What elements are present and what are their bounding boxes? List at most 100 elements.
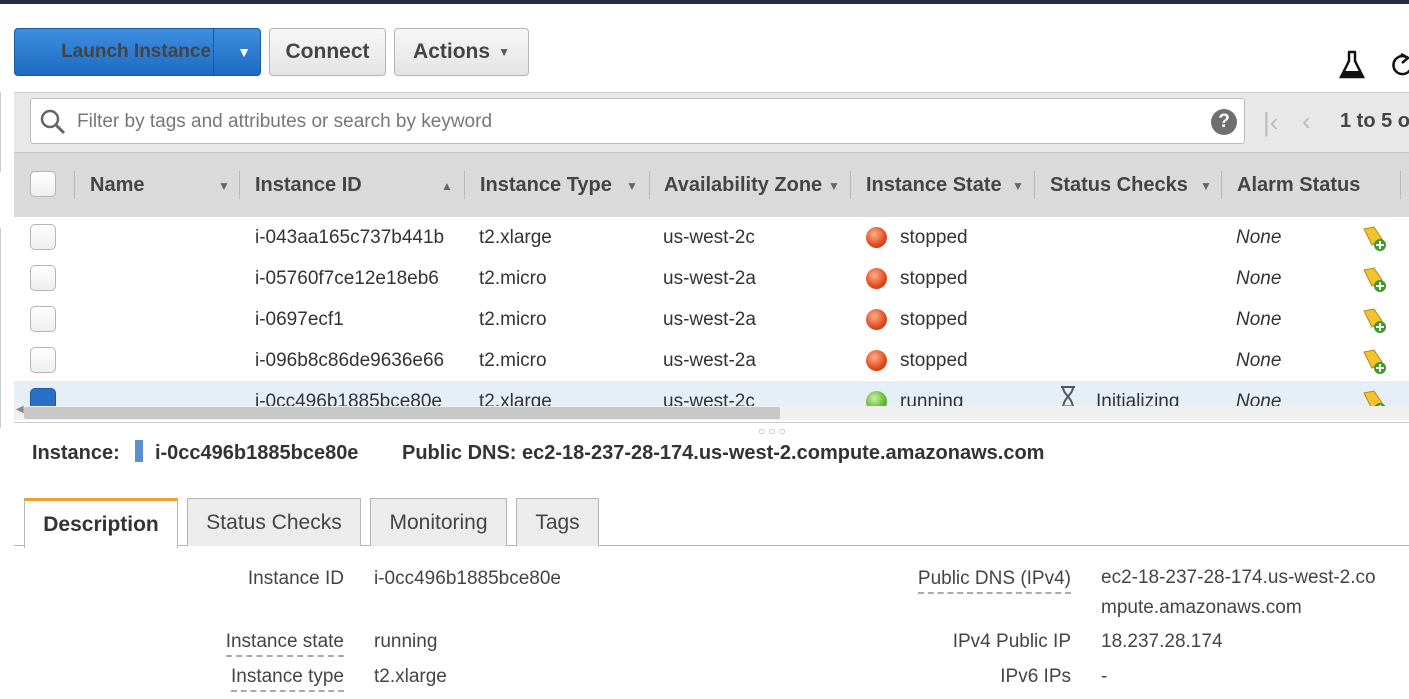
tab-monitoring[interactable]: Monitoring (370, 498, 507, 546)
hourglass-icon (1061, 386, 1075, 406)
add-alarm-icon[interactable] (1360, 266, 1388, 292)
tab-label: Tags (535, 510, 580, 534)
left-panel-edge (0, 228, 5, 428)
scroll-left-icon[interactable]: ◀ (16, 404, 24, 415)
instance-id-value: i-0cc496b1885bce80e (154, 442, 359, 464)
cell-instance-type: t2.micro (479, 350, 547, 371)
launch-dropdown-icon[interactable]: ▼ (227, 44, 261, 60)
connect-label: Connect (285, 40, 370, 63)
cell-alarm-status: None (1236, 268, 1282, 289)
top-border (0, 0, 1409, 4)
column-label: Name (90, 173, 145, 196)
column-label: Availability Zone (664, 173, 823, 196)
tab-label: Description (43, 512, 159, 536)
cell-instance-state: stopped (900, 268, 968, 289)
cell-alarm-status: None (1236, 309, 1282, 330)
column-header-alarm-status[interactable]: Alarm Status (1237, 153, 1397, 217)
column-header-instance-type[interactable]: Instance Type ▼ (480, 153, 650, 217)
row-checkbox[interactable] (30, 347, 56, 373)
instance-type-value: t2.xlarge (374, 666, 447, 687)
column-label: Instance ID (255, 173, 362, 196)
cell-instance-state: stopped (900, 309, 968, 330)
left-panel-edge (0, 92, 5, 172)
help-icon[interactable]: ? (1211, 109, 1237, 135)
table-row[interactable]: i-096b8c86de9636e66 t2.micro us-west-2a … (14, 340, 1409, 382)
previous-page-icon[interactable]: ‹ (1302, 106, 1311, 137)
sort-icon: ▼ (1012, 179, 1024, 193)
stopped-status-icon (866, 268, 887, 289)
search-box[interactable]: ? (30, 98, 1245, 145)
cell-instance-state: stopped (900, 350, 968, 371)
column-divider (850, 171, 851, 199)
launch-instance-button[interactable]: Launch Instance ▼ (14, 28, 261, 76)
refresh-icon[interactable] (1392, 52, 1409, 80)
launch-separator (213, 29, 214, 75)
column-divider (1034, 171, 1035, 199)
instance-state-label[interactable]: Instance state (225, 631, 344, 657)
instance-type-label[interactable]: Instance type (230, 666, 344, 692)
column-header-status-checks[interactable]: Status Checks ▼ (1050, 153, 1220, 217)
table-row-selected[interactable]: i-0cc496b1885bce80e t2.xlarge us-west-2c… (14, 381, 1409, 407)
chevron-down-icon: ▼ (498, 45, 510, 59)
resize-grip-icon[interactable]: ○○○ (758, 424, 789, 438)
ipv6-ips-value: - (1101, 666, 1108, 687)
horizontal-scrollbar[interactable]: ◀ (14, 404, 1409, 420)
row-checkbox[interactable] (30, 265, 56, 291)
column-divider (464, 171, 465, 199)
cell-instance-type: t2.micro (479, 268, 547, 289)
tab-tags[interactable]: Tags (516, 498, 599, 546)
tab-description[interactable]: Description (24, 498, 178, 548)
column-header-instance-state[interactable]: Instance State ▼ (866, 153, 1036, 217)
cell-instance-type: t2.micro (479, 309, 547, 330)
public-dns-ipv4-value: ec2-18-237-28-174.us-west-2.compute.amaz… (1101, 567, 1376, 618)
ipv4-public-ip-label: IPv4 Public IP (952, 631, 1071, 652)
column-header-name[interactable]: Name ▼ (90, 153, 240, 217)
instance-id-label: Instance ID (247, 568, 344, 589)
connect-button[interactable]: Connect (269, 28, 386, 76)
cell-instance-id: i-096b8c86de9636e66 (255, 350, 445, 371)
add-alarm-icon[interactable] (1360, 225, 1388, 251)
cell-instance-id: i-043aa165c737b441b (255, 227, 445, 248)
table-header: Name ▼ Instance ID ▲ Instance Type ▼ Ava… (14, 152, 1409, 218)
column-header-instance-id[interactable]: Instance ID ▲ (255, 153, 465, 217)
panel-splitter[interactable] (14, 422, 1409, 426)
scrollbar-thumb[interactable] (24, 407, 780, 419)
add-alarm-icon[interactable] (1360, 389, 1388, 407)
cell-status-checks: Initializing (1096, 391, 1180, 407)
public-dns-ipv4-label[interactable]: Public DNS (IPv4) (917, 568, 1071, 594)
row-checkbox[interactable] (30, 306, 56, 332)
select-all-checkbox[interactable] (30, 171, 56, 197)
cell-instance-id: i-0cc496b1885bce80e (255, 391, 442, 407)
public-dns-label: Public DNS: (402, 442, 517, 464)
stopped-status-icon (866, 227, 887, 248)
table-row[interactable]: i-0697ecf1 t2.micro us-west-2a stopped N… (14, 299, 1409, 341)
row-checkbox-checked[interactable] (30, 388, 56, 406)
running-status-icon (866, 391, 887, 406)
instance-label: Instance: (32, 442, 120, 464)
cell-availability-zone: us-west-2a (663, 309, 756, 330)
cell-availability-zone: us-west-2a (663, 268, 756, 289)
column-label: Instance State (866, 173, 1002, 196)
add-alarm-icon[interactable] (1360, 307, 1388, 333)
column-divider (74, 171, 75, 199)
cell-alarm-status: None (1236, 391, 1282, 407)
instance-state-value: running (374, 631, 438, 652)
instance-id-field-value: i-0cc496b1885bce80e (374, 568, 561, 589)
launch-instance-label: Launch Instance (61, 41, 211, 62)
column-divider (1221, 171, 1222, 199)
table-row[interactable]: i-043aa165c737b441b t2.xlarge us-west-2c… (14, 217, 1409, 259)
actions-button[interactable]: Actions ▼ (394, 28, 529, 76)
cell-instance-state: stopped (900, 227, 968, 248)
flask-icon[interactable] (1338, 50, 1366, 80)
search-input[interactable] (75, 99, 1199, 145)
tab-status-checks[interactable]: Status Checks (187, 498, 361, 546)
cell-alarm-status: None (1236, 350, 1282, 371)
table-row[interactable]: i-05760f7ce12e18eb6 t2.micro us-west-2a … (14, 258, 1409, 300)
instance-color-marker (135, 440, 144, 462)
add-alarm-icon[interactable] (1360, 348, 1388, 374)
row-checkbox[interactable] (30, 224, 56, 250)
column-header-availability-zone[interactable]: Availability Zone ▼ (664, 153, 854, 217)
sort-ascending-icon: ▲ (441, 179, 453, 193)
first-page-icon[interactable]: |‹ (1263, 107, 1278, 138)
cell-availability-zone: us-west-2a (663, 350, 756, 371)
